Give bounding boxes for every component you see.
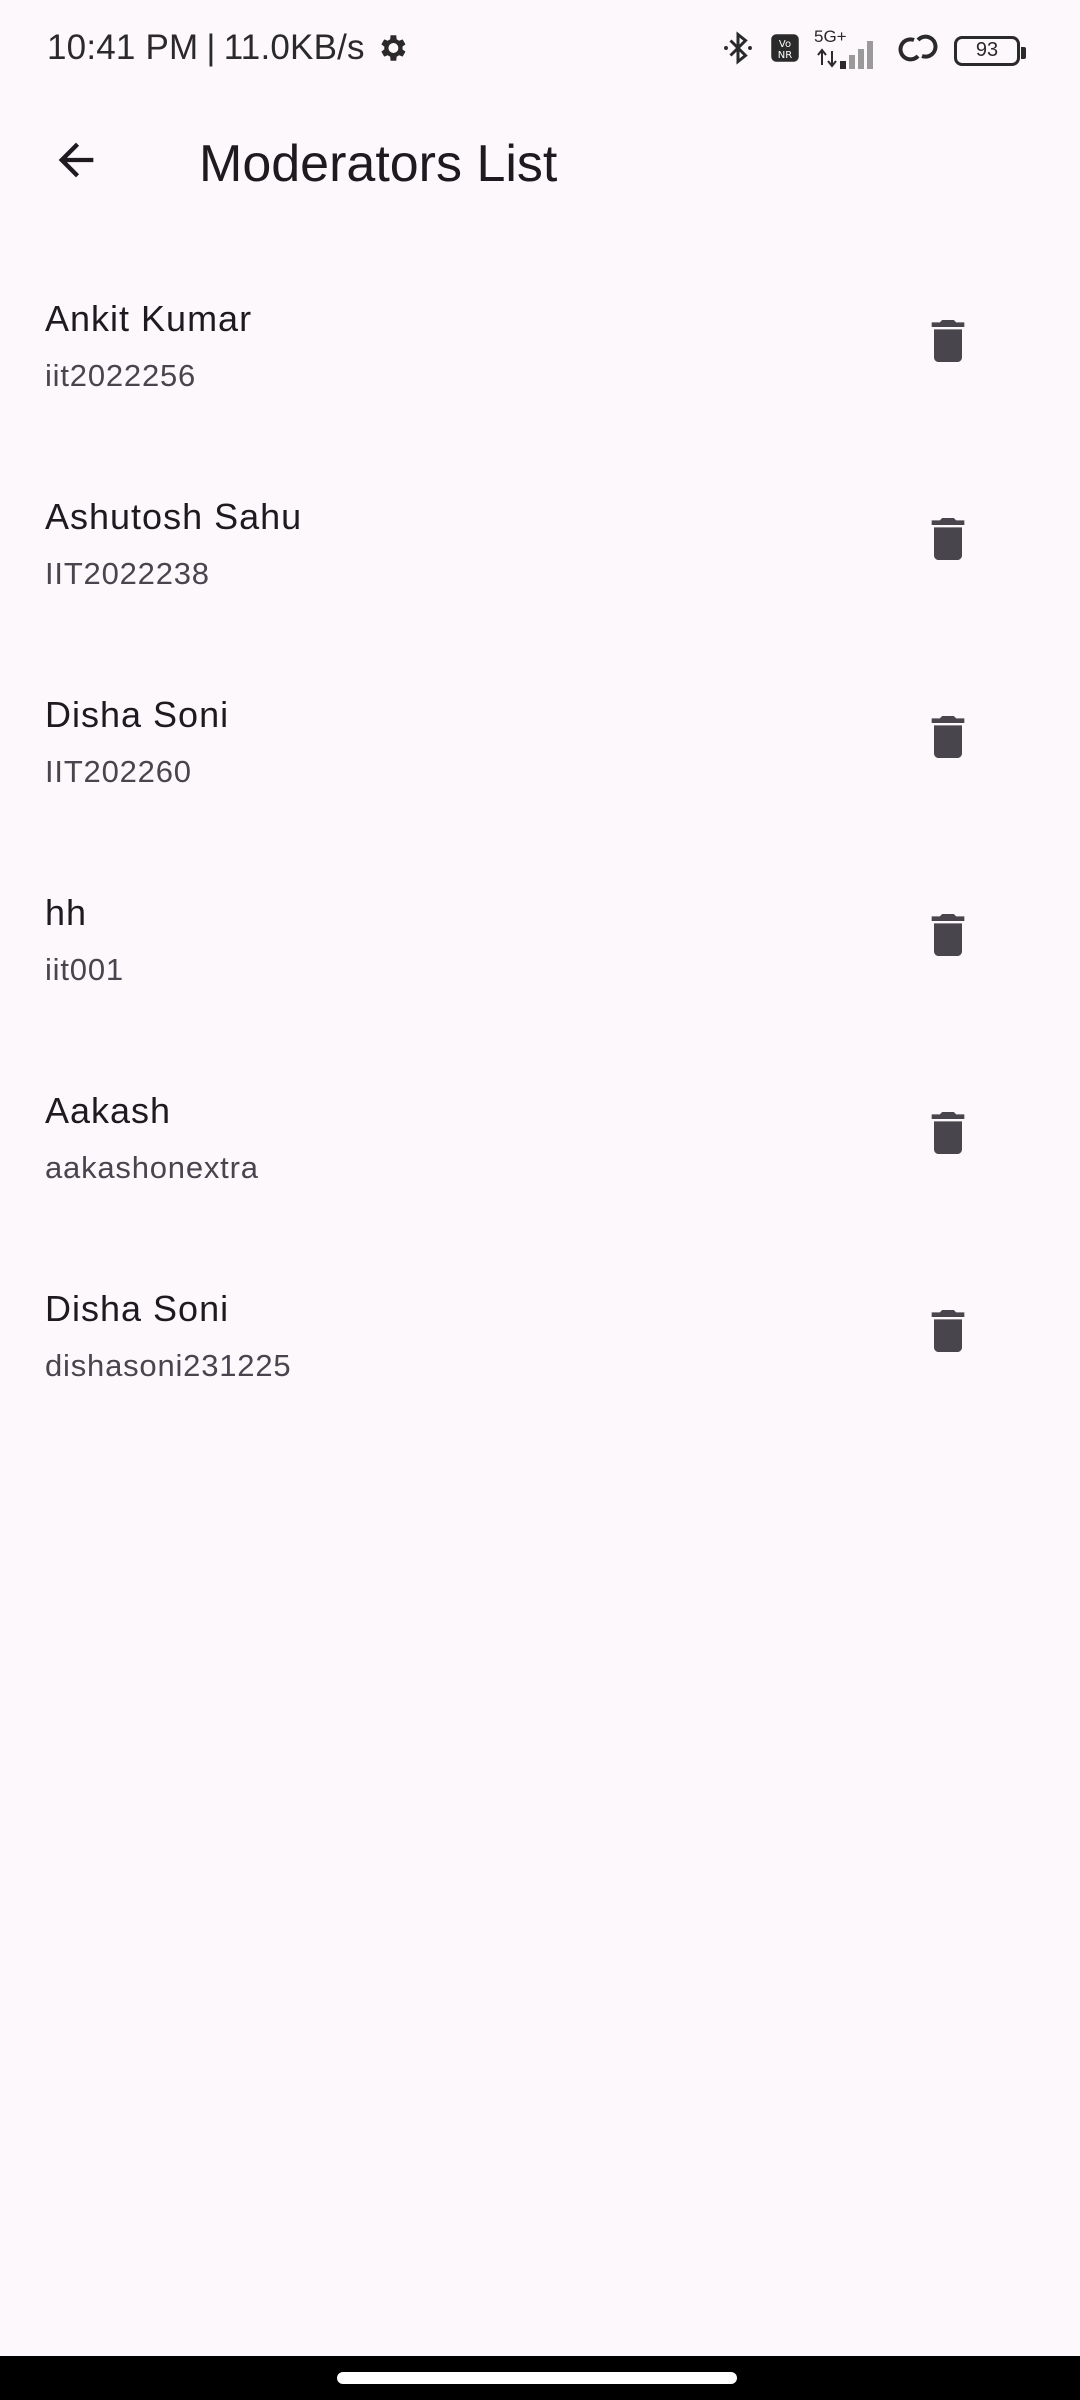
list-item[interactable]: hh iit001 xyxy=(0,838,1080,1036)
moderator-id: IIT2022238 xyxy=(45,556,210,591)
delete-button[interactable] xyxy=(918,1300,978,1366)
status-left: 10:41 PM | 11.0KB/s xyxy=(47,28,409,68)
back-button[interactable] xyxy=(44,130,108,194)
screen: 10:41 PM | 11.0KB/s Vo NR 5G+ 93 Moderat… xyxy=(0,0,1080,2400)
link-icon xyxy=(896,30,940,71)
delete-button[interactable] xyxy=(918,1102,978,1168)
moderators-list: Ankit Kumar iit2022256 Ashutosh Sahu IIT… xyxy=(0,244,1080,1432)
moderator-id: IIT202260 xyxy=(45,754,192,789)
list-item[interactable]: Ashutosh Sahu IIT2022238 xyxy=(0,442,1080,640)
delete-button[interactable] xyxy=(918,904,978,970)
bluetooth-icon xyxy=(720,28,756,73)
moderator-id: aakashonextra xyxy=(45,1150,259,1185)
trash-icon xyxy=(920,311,976,376)
gear-icon xyxy=(375,31,409,65)
navigation-bar xyxy=(0,2356,1080,2400)
trash-icon xyxy=(920,1103,976,1168)
battery-icon: 93 xyxy=(954,35,1026,66)
trash-icon xyxy=(920,1301,976,1366)
home-indicator[interactable] xyxy=(337,2372,737,2384)
status-time: 10:41 PM xyxy=(47,28,199,67)
status-right: Vo NR 5G+ 93 xyxy=(720,27,1026,73)
svg-text:NR: NR xyxy=(778,50,792,61)
arrow-back-icon xyxy=(50,134,102,191)
moderator-id: iit2022256 xyxy=(45,358,197,393)
status-separator: | xyxy=(206,28,216,67)
network-speed: 11.0KB/s xyxy=(223,28,365,67)
moderator-name: Aakash xyxy=(45,1090,172,1131)
vonr-icon: Vo NR xyxy=(770,33,800,68)
moderator-name: Ashutosh Sahu xyxy=(45,496,303,537)
moderator-name: hh xyxy=(45,892,88,933)
signal-icon: 5G+ xyxy=(814,27,882,71)
moderator-name: Disha Soni xyxy=(45,1288,230,1329)
moderator-id: iit001 xyxy=(45,952,124,987)
trash-icon xyxy=(920,707,976,772)
trash-icon xyxy=(920,905,976,970)
delete-button[interactable] xyxy=(918,310,978,376)
list-item[interactable]: Disha Soni IIT202260 xyxy=(0,640,1080,838)
moderator-id: dishasoni231225 xyxy=(45,1348,292,1383)
list-item[interactable]: Aakash aakashonextra xyxy=(0,1036,1080,1234)
delete-button[interactable] xyxy=(918,508,978,574)
battery-level: 93 xyxy=(975,39,999,61)
app-bar: Moderators List xyxy=(0,100,1080,234)
list-item[interactable]: Ankit Kumar iit2022256 xyxy=(0,244,1080,442)
moderator-name: Ankit Kumar xyxy=(45,298,253,339)
delete-button[interactable] xyxy=(918,706,978,772)
trash-icon xyxy=(920,509,976,574)
moderator-name: Disha Soni xyxy=(45,694,230,735)
svg-text:Vo: Vo xyxy=(779,39,791,50)
list-item[interactable]: Disha Soni dishasoni231225 xyxy=(0,1234,1080,1432)
status-bar: 10:41 PM | 11.0KB/s Vo NR 5G+ 93 xyxy=(0,0,1080,100)
page-title: Moderators List xyxy=(199,135,558,193)
